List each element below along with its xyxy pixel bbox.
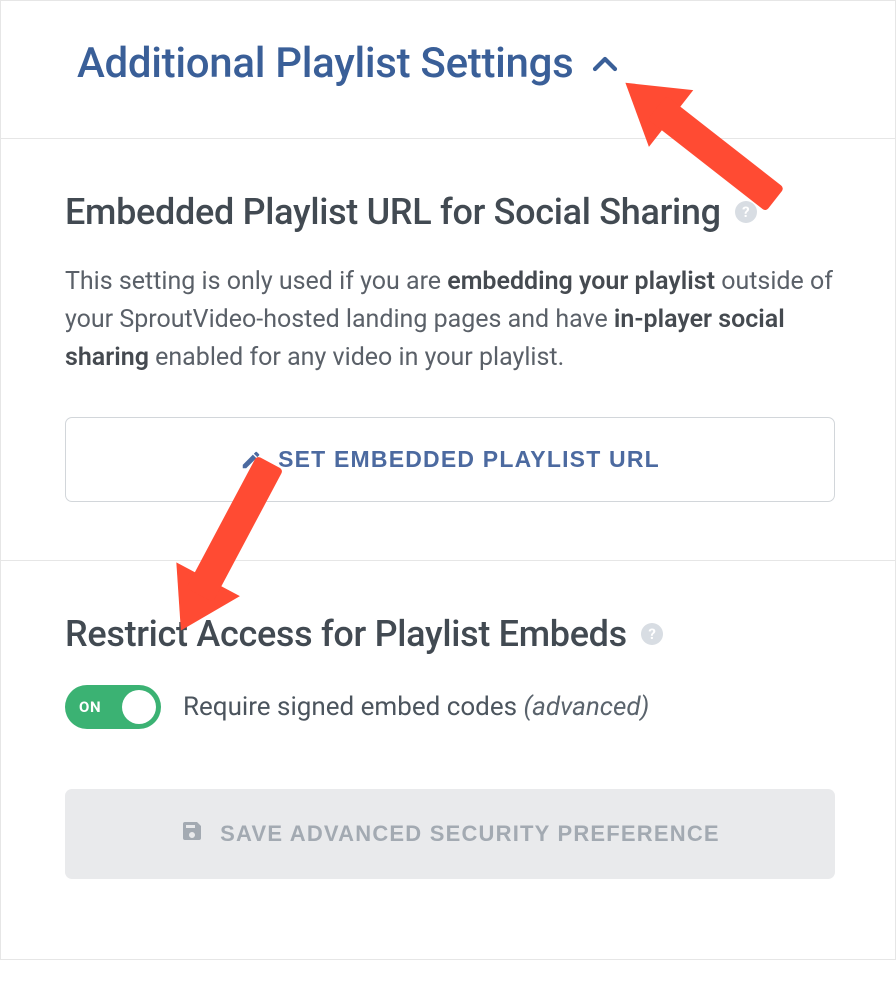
toggle-knob bbox=[122, 690, 156, 724]
embedded-url-title: Embedded Playlist URL for Social Sharing… bbox=[65, 191, 835, 233]
set-embedded-playlist-url-label: SET EMBEDDED PLAYLIST URL bbox=[278, 446, 660, 473]
embedded-url-description: This setting is only used if you are emb… bbox=[65, 263, 835, 377]
toggle-state-label: ON bbox=[79, 698, 101, 716]
restrict-access-title: Restrict Access for Playlist Embeds ? bbox=[65, 613, 835, 655]
chevron-up-icon bbox=[591, 53, 619, 75]
save-icon bbox=[180, 819, 204, 849]
set-embedded-playlist-url-button[interactable]: SET EMBEDDED PLAYLIST URL bbox=[65, 417, 835, 502]
help-icon[interactable]: ? bbox=[641, 623, 663, 645]
additional-playlist-settings-header[interactable]: Additional Playlist Settings bbox=[77, 39, 835, 88]
help-icon[interactable]: ? bbox=[735, 201, 757, 223]
require-signed-embed-label: Require signed embed codes (advanced) bbox=[183, 692, 649, 722]
save-advanced-security-preference-button: SAVE ADVANCED SECURITY PREFERENCE bbox=[65, 789, 835, 879]
additional-playlist-settings-title: Additional Playlist Settings bbox=[77, 39, 573, 88]
require-signed-embed-toggle[interactable]: ON bbox=[65, 685, 161, 729]
pencil-icon bbox=[240, 449, 262, 471]
save-advanced-security-preference-label: SAVE ADVANCED SECURITY PREFERENCE bbox=[220, 821, 720, 847]
